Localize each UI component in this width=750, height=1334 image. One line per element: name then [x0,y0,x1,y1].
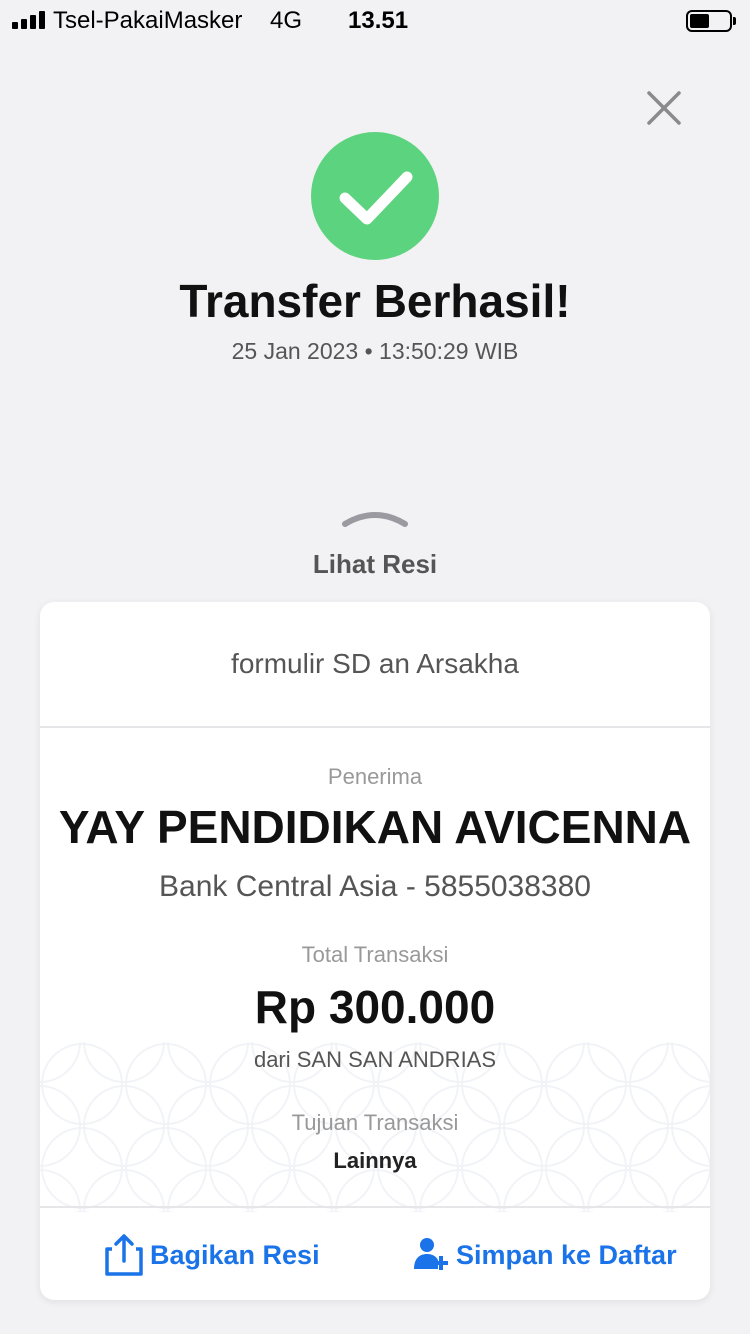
divider [40,726,710,728]
save-to-list-button[interactable]: Simpan ke Daftar [412,1232,677,1278]
recipient-bank-account: Bank Central Asia - 5855038380 [159,870,591,903]
close-button[interactable] [644,88,684,128]
status-time: 13.51 [348,7,409,34]
share-icon [105,1234,143,1276]
network-type: 4G [270,7,303,34]
recipient-label: Penerima [327,764,423,789]
check-circle-icon [311,132,439,260]
receipt-card: formulir SD an Arsakha Penerima YAY PEND… [40,602,710,1300]
share-receipt-button[interactable]: Bagikan Resi [104,1232,320,1278]
transfer-note: formulir SD an Arsakha [231,648,519,679]
signal-icon [12,11,48,29]
recipient-name: YAY PENDIDIKAN AVICENNA [58,801,692,853]
battery-icon [686,10,736,32]
chevron-up-icon[interactable] [341,506,409,530]
sender-name: dari SAN SAN ANDRIAS [253,1047,497,1072]
close-icon [647,91,681,125]
purpose-label: Tujuan Transaksi [291,1110,459,1135]
share-receipt-label: Bagikan Resi [150,1239,320,1270]
total-label: Total Transaksi [301,942,449,967]
page-title: Transfer Berhasil! [179,275,571,327]
transaction-purpose: Lainnya [333,1148,417,1173]
view-receipt-button[interactable]: Lihat Resi [0,549,750,580]
save-to-list-label: Simpan ke Daftar [456,1239,677,1270]
carrier-name: Tsel-PakaiMasker [53,7,243,34]
transfer-datetime: 25 Jan 2023 • 13:50:29 WIB [231,338,519,364]
divider [40,1206,710,1208]
add-contact-icon [414,1238,448,1270]
status-bar: Tsel-PakaiMasker 4G 13.51 [0,0,750,40]
transaction-amount: Rp 300.000 [254,981,496,1033]
